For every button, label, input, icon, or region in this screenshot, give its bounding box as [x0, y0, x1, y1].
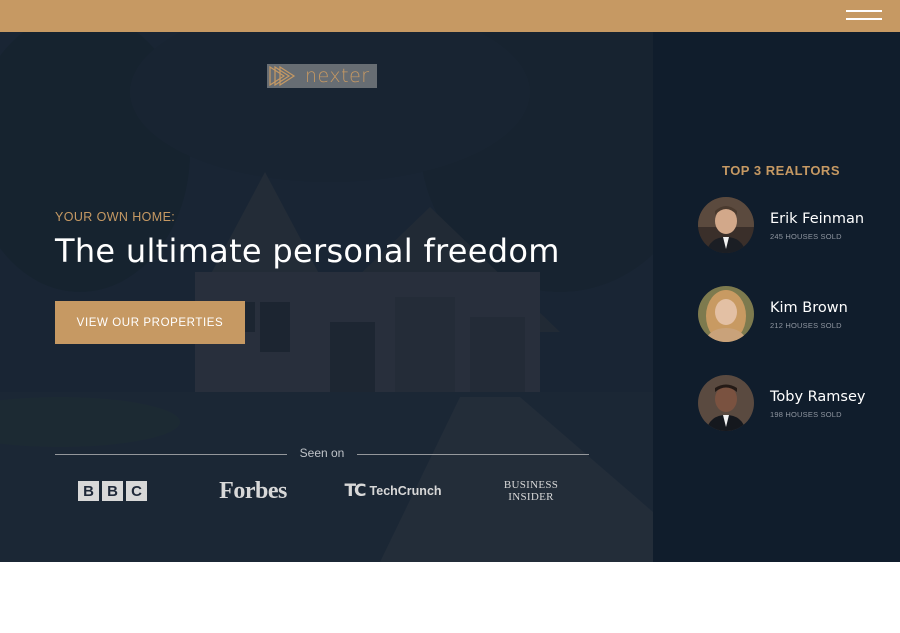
top-bar: [0, 0, 900, 32]
techcrunch-logo: TC TechCrunch: [333, 476, 453, 506]
realtor-houses-sold: 198 HOUSES SOLD: [770, 410, 842, 419]
bbc-letter: C: [126, 481, 147, 501]
avatar: [698, 286, 754, 342]
menu-line: [846, 18, 882, 20]
realtor-name: Erik Feinman: [770, 211, 865, 227]
realtor-card[interactable]: Kim Brown 212 HOUSES SOLD: [698, 286, 898, 342]
avatar: [698, 375, 754, 431]
divider-line: [357, 454, 589, 455]
realtors-title: TOP 3 REALTORS: [721, 163, 840, 178]
business-insider-line: BUSINESS: [503, 479, 559, 491]
realtor-card[interactable]: Erik Feinman 245 HOUSES SOLD: [698, 197, 898, 253]
hero-section: nexter YOUR OWN HOME: The ultimate perso…: [0, 32, 653, 562]
hero-headline: The ultimate personal freedom: [55, 232, 560, 270]
techcrunch-wordmark: TechCrunch: [369, 484, 442, 498]
realtor-name: Toby Ramsey: [770, 389, 866, 405]
realtor-name: Kim Brown: [770, 300, 848, 316]
avatar: [698, 197, 754, 253]
business-insider-line: INSIDER: [508, 491, 554, 503]
divider-line: [55, 454, 287, 455]
view-properties-button[interactable]: VIEW OUR PROPERTIES: [55, 301, 245, 344]
realtor-houses-sold: 212 HOUSES SOLD: [770, 321, 842, 330]
realtor-houses-sold: 245 HOUSES SOLD: [770, 232, 842, 241]
bbc-letter: B: [102, 481, 123, 501]
forbes-logo: Forbes: [219, 477, 287, 504]
realtor-card[interactable]: Toby Ramsey 198 HOUSES SOLD: [698, 375, 898, 431]
bbc-logo: B B C: [78, 476, 150, 506]
menu-line: [846, 10, 882, 12]
seen-on-divider: Seen on: [55, 446, 589, 464]
seen-on-label: Seen on: [299, 446, 345, 460]
hamburger-menu-icon[interactable]: [846, 6, 882, 26]
techcrunch-mark: TC: [344, 481, 366, 501]
business-insider-logo: BUSINESS INSIDER: [500, 476, 562, 506]
top-realtors-panel: TOP 3 REALTORS Erik Feinman 245 HOUSES S…: [653, 32, 900, 562]
logo-text: nexter: [305, 65, 370, 87]
play-triangles-icon: [269, 66, 296, 86]
nexter-logo[interactable]: nexter: [267, 64, 377, 88]
bbc-letter: B: [78, 481, 99, 501]
hero-eyebrow: YOUR OWN HOME:: [55, 210, 176, 224]
